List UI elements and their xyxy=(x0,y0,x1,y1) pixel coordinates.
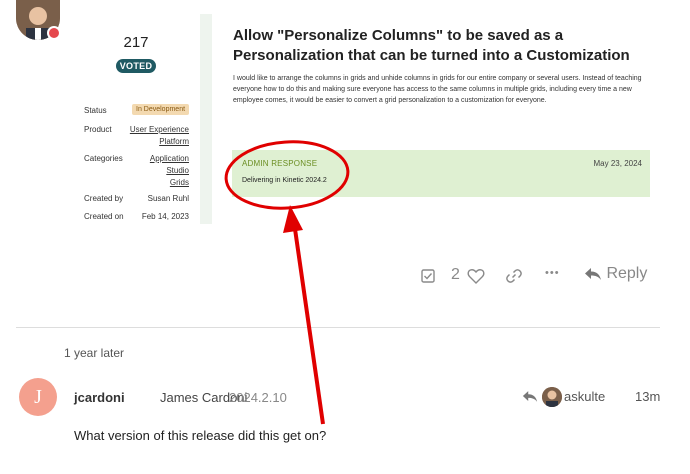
vote-count: 217 xyxy=(123,34,149,51)
topic-title: Allow "Personalize Columns" to be saved … xyxy=(233,27,630,64)
created-by-value: Susan Ruhl xyxy=(147,194,189,203)
product-link-line-2: Platform xyxy=(159,137,189,146)
time-gap-label: 1 year later xyxy=(64,346,125,360)
admin-response-text: Delivering in Kinetic 2024.2 xyxy=(242,177,327,184)
categories-link-line-3: Grids xyxy=(169,178,189,187)
voted-button[interactable]: VOTED xyxy=(116,59,156,73)
status-label: Status xyxy=(84,106,107,115)
created-on-label: Created on xyxy=(84,212,124,221)
reply-username[interactable]: jcardoni xyxy=(74,390,125,405)
admin-response-box xyxy=(232,150,650,197)
categories-link-line-2: Studio xyxy=(166,166,189,175)
post-divider xyxy=(16,327,660,328)
categories-link-line-1: Application xyxy=(149,154,189,163)
product-link[interactable]: User Experience Platform xyxy=(130,124,189,148)
more-actions-button[interactable]: ••• xyxy=(545,267,560,279)
created-on-value: Feb 14, 2023 xyxy=(141,212,189,221)
reply-timestamp[interactable]: 13m xyxy=(635,389,660,404)
heart-icon xyxy=(467,269,485,284)
categories-link[interactable]: Application Studio Grids xyxy=(150,153,189,189)
product-label: Product xyxy=(84,125,112,134)
link-icon xyxy=(506,269,522,283)
admin-response-date: May 23, 2024 xyxy=(593,159,642,168)
reply-to-avatar xyxy=(542,387,562,407)
admin-response-title: ADMIN RESPONSE xyxy=(242,159,318,168)
annotation-arrow xyxy=(283,205,325,425)
created-by-label: Created by xyxy=(84,194,124,203)
notification-badge xyxy=(47,26,61,40)
like-count: 2 xyxy=(451,266,460,283)
reply-user-avatar[interactable]: J xyxy=(19,378,57,416)
reply-button-label: Reply xyxy=(606,265,648,282)
card-divider xyxy=(200,14,212,224)
reply-to-username: askulte xyxy=(564,389,606,404)
product-link-line-1: User Experience xyxy=(129,125,189,134)
reply-arrow-icon xyxy=(585,268,601,280)
status-badge: In Development xyxy=(132,104,190,115)
solved-checkbox-button[interactable] xyxy=(421,269,435,287)
categories-label: Categories xyxy=(84,154,123,163)
checkbox-icon xyxy=(421,269,435,283)
like-button[interactable] xyxy=(467,268,485,288)
reply-button[interactable]: Reply xyxy=(584,265,647,283)
copy-link-button[interactable] xyxy=(505,268,523,288)
topic-body: I would like to arrange the columns in g… xyxy=(233,75,642,104)
reply-user-flair: 2024.2.10 xyxy=(229,390,287,405)
reply-to-arrow-icon xyxy=(522,390,538,406)
reply-text: What version of this release did this ge… xyxy=(74,428,327,443)
